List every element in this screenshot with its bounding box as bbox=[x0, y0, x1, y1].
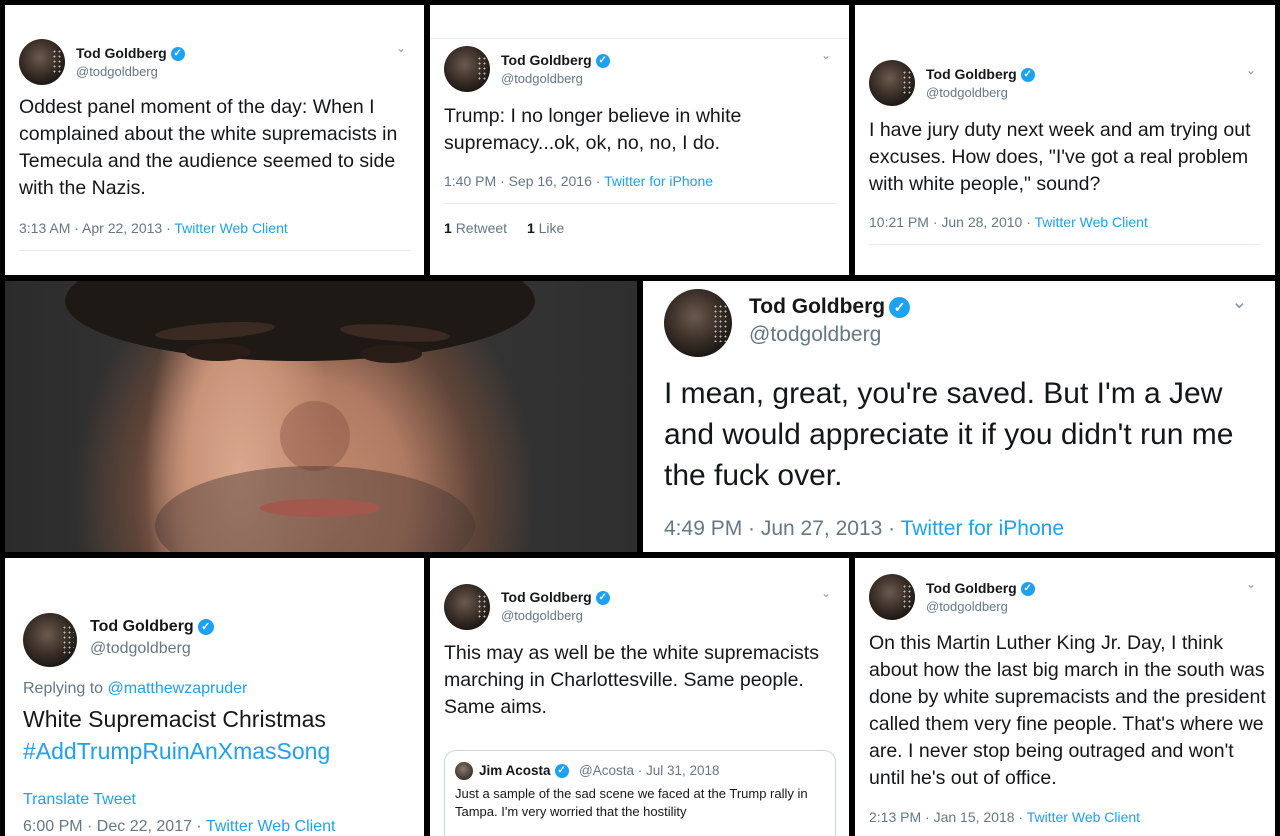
tweet-text: I mean, great, you're saved. But I'm a J… bbox=[664, 377, 1234, 492]
hair-shape bbox=[65, 281, 535, 361]
tweet-source-link[interactable]: Twitter Web Client bbox=[1027, 809, 1140, 825]
tweet-source-link[interactable]: Twitter Web Client bbox=[1035, 214, 1148, 230]
author-name[interactable]: Tod Goldberg ✓ bbox=[501, 589, 610, 606]
eye-left bbox=[185, 343, 251, 361]
tweet-text: White Supremacist Christmas bbox=[23, 706, 326, 732]
tweet-card-panel-xmas: Tod Goldberg ✓ @todgoldberg Replying to @… bbox=[5, 558, 424, 836]
tweet-text: Oddest panel moment of the day: When I c… bbox=[19, 96, 398, 199]
tweet-timestamp[interactable]: 3:13 AM · Apr 22, 2013 · Twitter Web Cli… bbox=[19, 220, 288, 236]
eye-right bbox=[360, 345, 422, 363]
divider bbox=[869, 244, 1261, 245]
mouth bbox=[260, 499, 380, 517]
author-handle[interactable]: @todgoldberg bbox=[749, 323, 881, 347]
author-name[interactable]: Tod Goldberg ✓ bbox=[926, 66, 1035, 83]
author-handle[interactable]: @todgoldberg bbox=[90, 640, 191, 658]
author-name[interactable]: Tod Goldberg ✓ bbox=[76, 45, 185, 62]
avatar[interactable] bbox=[664, 289, 732, 357]
hashtag-link[interactable]: #AddTrumpRuinAnXmasSong bbox=[23, 735, 330, 767]
tweet-timestamp[interactable]: 4:49 PM · Jun 27, 2013 · Twitter for iPh… bbox=[664, 517, 1064, 541]
like-count[interactable]: 1 Like bbox=[527, 220, 564, 236]
verified-badge-icon: ✓ bbox=[554, 764, 569, 779]
author-name[interactable]: Tod Goldberg ✓ bbox=[501, 52, 610, 69]
quoted-tweet-text: Just a sample of the sad scene we faced … bbox=[455, 786, 808, 819]
tweet-source-link[interactable]: Twitter Web Client bbox=[206, 818, 336, 835]
tweet-card-panel-trump: Tod Goldberg ✓ @todgoldberg ⌄ Trump: I no… bbox=[430, 5, 849, 275]
quoted-author-name: Jim Acosta ✓ bbox=[479, 763, 569, 779]
tweet-source-link[interactable]: Twitter for iPhone bbox=[604, 173, 713, 189]
tweet-card-panel-mlk: Tod Goldberg ✓ @todgoldberg ⌄ On this Mar… bbox=[855, 558, 1275, 836]
verified-badge-icon: ✓ bbox=[595, 591, 610, 606]
nose-shadow bbox=[280, 401, 350, 471]
engagement-stats: 1 Retweet 1 Like bbox=[444, 220, 564, 236]
chevron-down-icon[interactable]: ⌄ bbox=[1246, 577, 1256, 591]
author-name[interactable]: Tod Goldberg ✓ bbox=[926, 580, 1035, 597]
tweet-timestamp[interactable]: 10:21 PM · Jun 28, 2010 · Twitter Web Cl… bbox=[869, 214, 1148, 230]
verified-badge-icon: ✓ bbox=[170, 47, 185, 62]
tweet-text: Trump: I no longer believe in white supr… bbox=[444, 105, 742, 154]
tweet-source-link[interactable]: Twitter for iPhone bbox=[901, 517, 1064, 540]
divider bbox=[19, 250, 411, 251]
tweet-text: This may as well be the white supremacis… bbox=[444, 642, 819, 718]
chevron-down-icon[interactable]: ⌄ bbox=[396, 41, 406, 55]
tweet-timestamp[interactable]: 1:40 PM · Sep 16, 2016 · Twitter for iPh… bbox=[444, 173, 713, 189]
avatar[interactable] bbox=[19, 39, 65, 85]
quoted-avatar bbox=[455, 762, 473, 780]
author-handle[interactable]: @todgoldberg bbox=[926, 85, 1008, 100]
portrait-photo bbox=[5, 281, 637, 552]
chevron-down-icon[interactable]: ⌄ bbox=[821, 586, 831, 600]
author-handle[interactable]: @todgoldberg bbox=[501, 71, 583, 86]
tweet-card-panel-jury: Tod Goldberg ✓ @todgoldberg ⌄ I have jury… bbox=[855, 5, 1275, 275]
tweet-card-panel-charlottesville: Tod Goldberg ✓ @todgoldberg ⌄ This may as… bbox=[430, 558, 849, 836]
tweet-card-panel-oddest: Tod Goldberg ✓ @todgoldberg ⌄ Oddest pane… bbox=[5, 5, 424, 275]
reply-mention-link[interactable]: @matthewzapruder bbox=[108, 680, 248, 697]
quoted-handle-date: @Acosta · Jul 31, 2018 bbox=[579, 763, 720, 778]
author-name[interactable]: Tod Goldberg ✓ bbox=[749, 295, 911, 319]
verified-badge-icon: ✓ bbox=[1020, 582, 1035, 597]
avatar[interactable] bbox=[869, 574, 915, 620]
verified-badge-icon: ✓ bbox=[889, 296, 911, 318]
tweet-timestamp[interactable]: 2:13 PM · Jan 15, 2018 · Twitter Web Cli… bbox=[869, 809, 1140, 825]
avatar[interactable] bbox=[23, 613, 77, 667]
verified-badge-icon: ✓ bbox=[595, 54, 610, 69]
tweet-card-panel-jew: Tod Goldberg ✓ @todgoldberg ⌄ I mean, gre… bbox=[643, 281, 1275, 552]
chevron-down-icon[interactable]: ⌄ bbox=[1231, 289, 1248, 314]
tweet-timestamp[interactable]: 6:00 PM · Dec 22, 2017 · Twitter Web Cli… bbox=[23, 818, 335, 836]
chevron-down-icon[interactable]: ⌄ bbox=[821, 48, 831, 62]
chevron-down-icon[interactable]: ⌄ bbox=[1246, 63, 1256, 77]
author-handle[interactable]: @todgoldberg bbox=[501, 608, 583, 623]
avatar[interactable] bbox=[869, 60, 915, 106]
tweet-text: On this Martin Luther King Jr. Day, I th… bbox=[869, 632, 1266, 789]
quoted-tweet-card[interactable]: Jim Acosta ✓ @Acosta · Jul 31, 2018 Just … bbox=[444, 750, 836, 836]
tweet-text: I have jury duty next week and am trying… bbox=[869, 119, 1251, 195]
verified-badge-icon: ✓ bbox=[197, 618, 214, 635]
divider bbox=[430, 38, 849, 39]
avatar[interactable] bbox=[444, 584, 490, 630]
divider bbox=[444, 203, 836, 204]
verified-badge-icon: ✓ bbox=[1020, 68, 1035, 83]
replying-to: Replying to @matthewzapruder bbox=[23, 680, 248, 697]
avatar[interactable] bbox=[444, 46, 490, 92]
tweet-source-link[interactable]: Twitter Web Client bbox=[174, 220, 287, 236]
translate-tweet-link[interactable]: Translate Tweet bbox=[23, 791, 136, 809]
retweet-count[interactable]: 1 Retweet bbox=[444, 220, 507, 236]
author-handle[interactable]: @todgoldberg bbox=[926, 599, 1008, 614]
author-handle[interactable]: @todgoldberg bbox=[76, 64, 158, 79]
author-name[interactable]: Tod Goldberg ✓ bbox=[90, 618, 214, 636]
